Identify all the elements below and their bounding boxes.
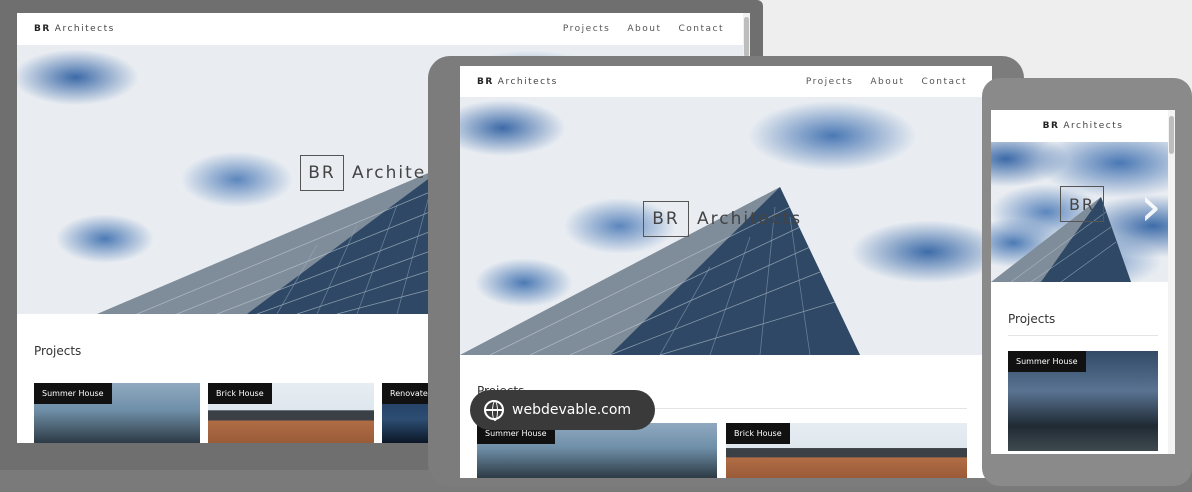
brand-initials: BR <box>1042 121 1060 131</box>
project-tag: Brick House <box>726 423 790 444</box>
phone-brand[interactable]: BR Architects <box>1043 121 1124 131</box>
watermark-badge: webdevable.com <box>470 390 655 430</box>
carousel-next-chevron-icon[interactable]: › <box>1140 180 1162 234</box>
project-tag: Brick House <box>208 383 272 404</box>
desktop-hero-title: BR Archite <box>300 155 426 191</box>
desktop-project-card[interactable]: Brick House <box>208 383 374 443</box>
desktop-projects-heading: Projects <box>34 344 82 358</box>
phone-hero-image: BR › <box>991 142 1175 282</box>
hero-initials-box: BR <box>643 201 689 237</box>
brand-initials: BR <box>477 76 494 87</box>
section-divider <box>1008 335 1158 336</box>
tablet-hero-image: BR Architects <box>460 97 992 355</box>
project-tag: Summer House <box>34 383 112 404</box>
hero-initials-box: BR <box>300 155 344 191</box>
brand-name: Architects <box>54 24 115 34</box>
hero-name: Archite <box>352 163 427 183</box>
nav-projects[interactable]: Projects <box>563 24 610 34</box>
nav-projects[interactable]: Projects <box>806 77 853 87</box>
phone-frame: BR Architects BR › Projects Summer House <box>982 78 1192 486</box>
project-tag: Summer House <box>1008 351 1086 372</box>
phone-projects-heading: Projects <box>1008 312 1056 326</box>
tablet-project-card[interactable]: Summer House <box>477 423 717 478</box>
tablet-site-header: BR Architects Projects About Contact <box>460 66 992 97</box>
tablet-nav: Projects About Contact <box>806 77 967 87</box>
nav-contact[interactable]: Contact <box>678 24 724 34</box>
phone-scrollbar[interactable] <box>1168 110 1175 454</box>
phone-hero-title: BR <box>1060 186 1104 222</box>
desktop-brand[interactable]: BR Architects <box>34 24 115 34</box>
desktop-nav: Projects About Contact <box>563 24 724 34</box>
hero-name: Architects <box>697 209 803 229</box>
scrollbar-thumb[interactable] <box>1169 116 1174 154</box>
hero-initials-box: BR <box>1060 186 1104 222</box>
scrollbar-thumb[interactable] <box>744 17 749 57</box>
desktop-site-header: BR Architects Projects About Contact <box>17 13 750 45</box>
nav-about[interactable]: About <box>870 77 904 87</box>
globe-icon <box>484 400 504 421</box>
nav-about[interactable]: About <box>627 24 661 34</box>
phone-screen: BR Architects BR › Projects Summer House <box>991 110 1175 454</box>
watermark-text: webdevable.com <box>512 402 632 418</box>
brand-initials: BR <box>34 24 51 34</box>
tablet-hero-title: BR Architects <box>643 201 802 237</box>
phone-project-card[interactable]: Summer House <box>1008 351 1158 451</box>
brand-name: Architects <box>1063 121 1124 131</box>
tablet-brand[interactable]: BR Architects <box>477 77 558 87</box>
phone-site-header: BR Architects <box>991 110 1175 142</box>
nav-contact[interactable]: Contact <box>921 77 967 87</box>
desktop-project-card[interactable]: Summer House <box>34 383 200 443</box>
tablet-project-card[interactable]: Brick House <box>726 423 967 478</box>
brand-name: Architects <box>497 76 558 87</box>
